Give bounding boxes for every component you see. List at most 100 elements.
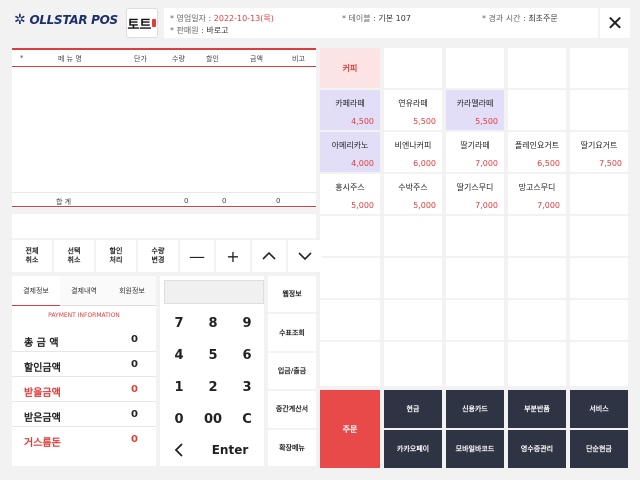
enter-key[interactable]: Enter — [196, 436, 264, 464]
menu-item-empty[interactable] — [384, 342, 442, 386]
key-00[interactable]: 00 — [196, 404, 230, 434]
menu-item[interactable]: 비엔나커피 6,000 — [384, 132, 442, 172]
discount-amount-row: 할인금액 0 — [12, 353, 156, 377]
check-inquiry-button[interactable]: 수표조회 — [268, 314, 316, 351]
logo: ✲ OLLSTAR POS — [14, 12, 118, 28]
menu-item[interactable]: 아메리카노 4,000 — [320, 132, 380, 172]
memo-area[interactable] — [12, 214, 316, 238]
menu-item-empty[interactable] — [570, 216, 628, 256]
kakaopay-button[interactable]: 카카오페이 — [384, 430, 442, 468]
partial-return-button[interactable]: 부분반품 — [508, 390, 566, 428]
order-list[interactable]: * 메 뉴 명 단가 수량 할인 금액 비고 합 계 0 0 0 — [12, 48, 316, 208]
close-button[interactable]: ✕ — [600, 8, 630, 38]
order-button[interactable]: 주문 — [320, 390, 380, 468]
menu-item-empty[interactable] — [570, 300, 628, 340]
menu-item-empty[interactable] — [446, 216, 504, 256]
tab-payment-info[interactable]: 결제정보 — [12, 276, 60, 306]
simple-cash-button[interactable]: 단순현금 — [570, 430, 628, 468]
menu-item-empty[interactable] — [384, 300, 442, 340]
category-empty[interactable] — [384, 48, 442, 88]
menu-item[interactable]: 수박주스 5,000 — [384, 174, 442, 214]
chevron-up-icon — [262, 251, 276, 260]
col-menu-name: 메 뉴 명 — [58, 55, 82, 63]
info-bar: * 영업일자 : 2022-10-13(목) * 판매원 : 바로고 * 테이블… — [164, 8, 598, 38]
menu-item-empty[interactable] — [508, 90, 566, 130]
menu-item-empty[interactable] — [384, 258, 442, 298]
category-empty[interactable] — [570, 48, 628, 88]
menu-item-empty[interactable] — [446, 300, 504, 340]
key-7[interactable]: 7 — [162, 308, 196, 338]
down-button[interactable] — [288, 240, 322, 272]
key-clear[interactable]: C — [230, 404, 264, 434]
receipt-management-button[interactable]: 영수증관리 — [508, 430, 566, 468]
web-info-button[interactable]: 웹정보 — [268, 276, 316, 313]
cancel-selected-button[interactable]: 선택 취소 — [54, 240, 94, 272]
tab-payment-history[interactable]: 결제내역 — [60, 276, 108, 306]
menu-item-empty[interactable] — [446, 342, 504, 386]
menu-item-empty[interactable] — [508, 258, 566, 298]
key-9[interactable]: 9 — [230, 308, 264, 338]
category-coffee[interactable]: 커피 — [320, 48, 380, 88]
brand-text: 토트 — [127, 17, 152, 33]
menu-item[interactable]: 홍시주스 5,000 — [320, 174, 380, 214]
keypad-display[interactable] — [164, 280, 264, 304]
key-6[interactable]: 6 — [230, 340, 264, 370]
minus-button[interactable]: — — [180, 240, 214, 272]
logo-text: OLLSTAR POS — [29, 13, 118, 27]
key-2[interactable]: 2 — [196, 372, 230, 402]
side-buttons: 웹정보 수표조회 입금/출금 중간계산서 확장메뉴 — [268, 276, 316, 467]
extended-menu-button[interactable]: 확장메뉴 — [268, 429, 316, 467]
business-date: * 영업일자 : 2022-10-13(목) — [170, 14, 274, 23]
menu-item-empty[interactable] — [570, 258, 628, 298]
key-4[interactable]: 4 — [162, 340, 196, 370]
col-qty: 수량 — [172, 55, 185, 63]
menu-item-empty[interactable] — [508, 216, 566, 256]
key-5[interactable]: 5 — [196, 340, 230, 370]
menu-item[interactable]: 카페라떼 4,500 — [320, 90, 380, 130]
menu-item[interactable]: 딸기스무디 7,000 — [446, 174, 504, 214]
menu-item[interactable]: 플레인요거트 6,500 — [508, 132, 566, 172]
interim-bill-button[interactable]: 중간계산서 — [268, 391, 316, 428]
cash-button[interactable]: 현금 — [384, 390, 442, 428]
total-amount: 0 — [276, 197, 281, 205]
menu-item-empty[interactable] — [570, 342, 628, 386]
close-icon: ✕ — [606, 11, 624, 35]
mobile-barcode-button[interactable]: 모바일바코드 — [446, 430, 504, 468]
key-1[interactable]: 1 — [162, 372, 196, 402]
discount-button[interactable]: 할인 처리 — [96, 240, 136, 272]
category-empty[interactable] — [508, 48, 566, 88]
menu-item-empty[interactable] — [570, 90, 628, 130]
tab-member-info[interactable]: 회원정보 — [108, 276, 156, 306]
key-3[interactable]: 3 — [230, 372, 264, 402]
change-qty-button[interactable]: 수량 변경 — [138, 240, 178, 272]
menu-item[interactable]: 연유라떼 5,500 — [384, 90, 442, 130]
category-empty[interactable] — [446, 48, 504, 88]
up-button[interactable] — [252, 240, 286, 272]
change-row: 거스름돈 0 — [24, 434, 138, 449]
credit-card-button[interactable]: 신용카드 — [446, 390, 504, 428]
total-qty: 0 — [184, 197, 189, 205]
plus-button[interactable]: + — [216, 240, 250, 272]
menu-item-empty[interactable] — [320, 300, 380, 340]
menu-item-empty[interactable] — [384, 216, 442, 256]
cancel-all-button[interactable]: 전체 취소 — [12, 240, 52, 272]
service-button[interactable]: 서비스 — [570, 390, 628, 428]
menu-item-empty[interactable] — [508, 342, 566, 386]
menu-item[interactable]: 딸기요거트 7,500 — [570, 132, 628, 172]
order-controls: 전체 취소 선택 취소 할인 처리 수량 변경 — + — [12, 240, 322, 272]
key-8[interactable]: 8 — [196, 308, 230, 338]
key-0[interactable]: 0 — [162, 404, 196, 434]
menu-item-empty[interactable] — [508, 300, 566, 340]
back-key[interactable] — [162, 436, 196, 464]
menu-item[interactable]: 딸기라떼 7,000 — [446, 132, 504, 172]
menu-item-empty[interactable] — [446, 258, 504, 298]
menu-item[interactable]: 카라멜라떼 5,500 — [446, 90, 504, 130]
menu-item-empty[interactable] — [320, 258, 380, 298]
payment-tabs: 결제정보 결제내역 회원정보 — [12, 276, 156, 306]
deposit-withdraw-button[interactable]: 입금/출금 — [268, 352, 316, 390]
menu-item-empty[interactable] — [320, 216, 380, 256]
menu-item-empty[interactable] — [570, 174, 628, 214]
total-amount-row: 총 금 액0 — [12, 328, 156, 352]
menu-item[interactable]: 망고스무디 7,000 — [508, 174, 566, 214]
menu-item-empty[interactable] — [320, 342, 380, 386]
